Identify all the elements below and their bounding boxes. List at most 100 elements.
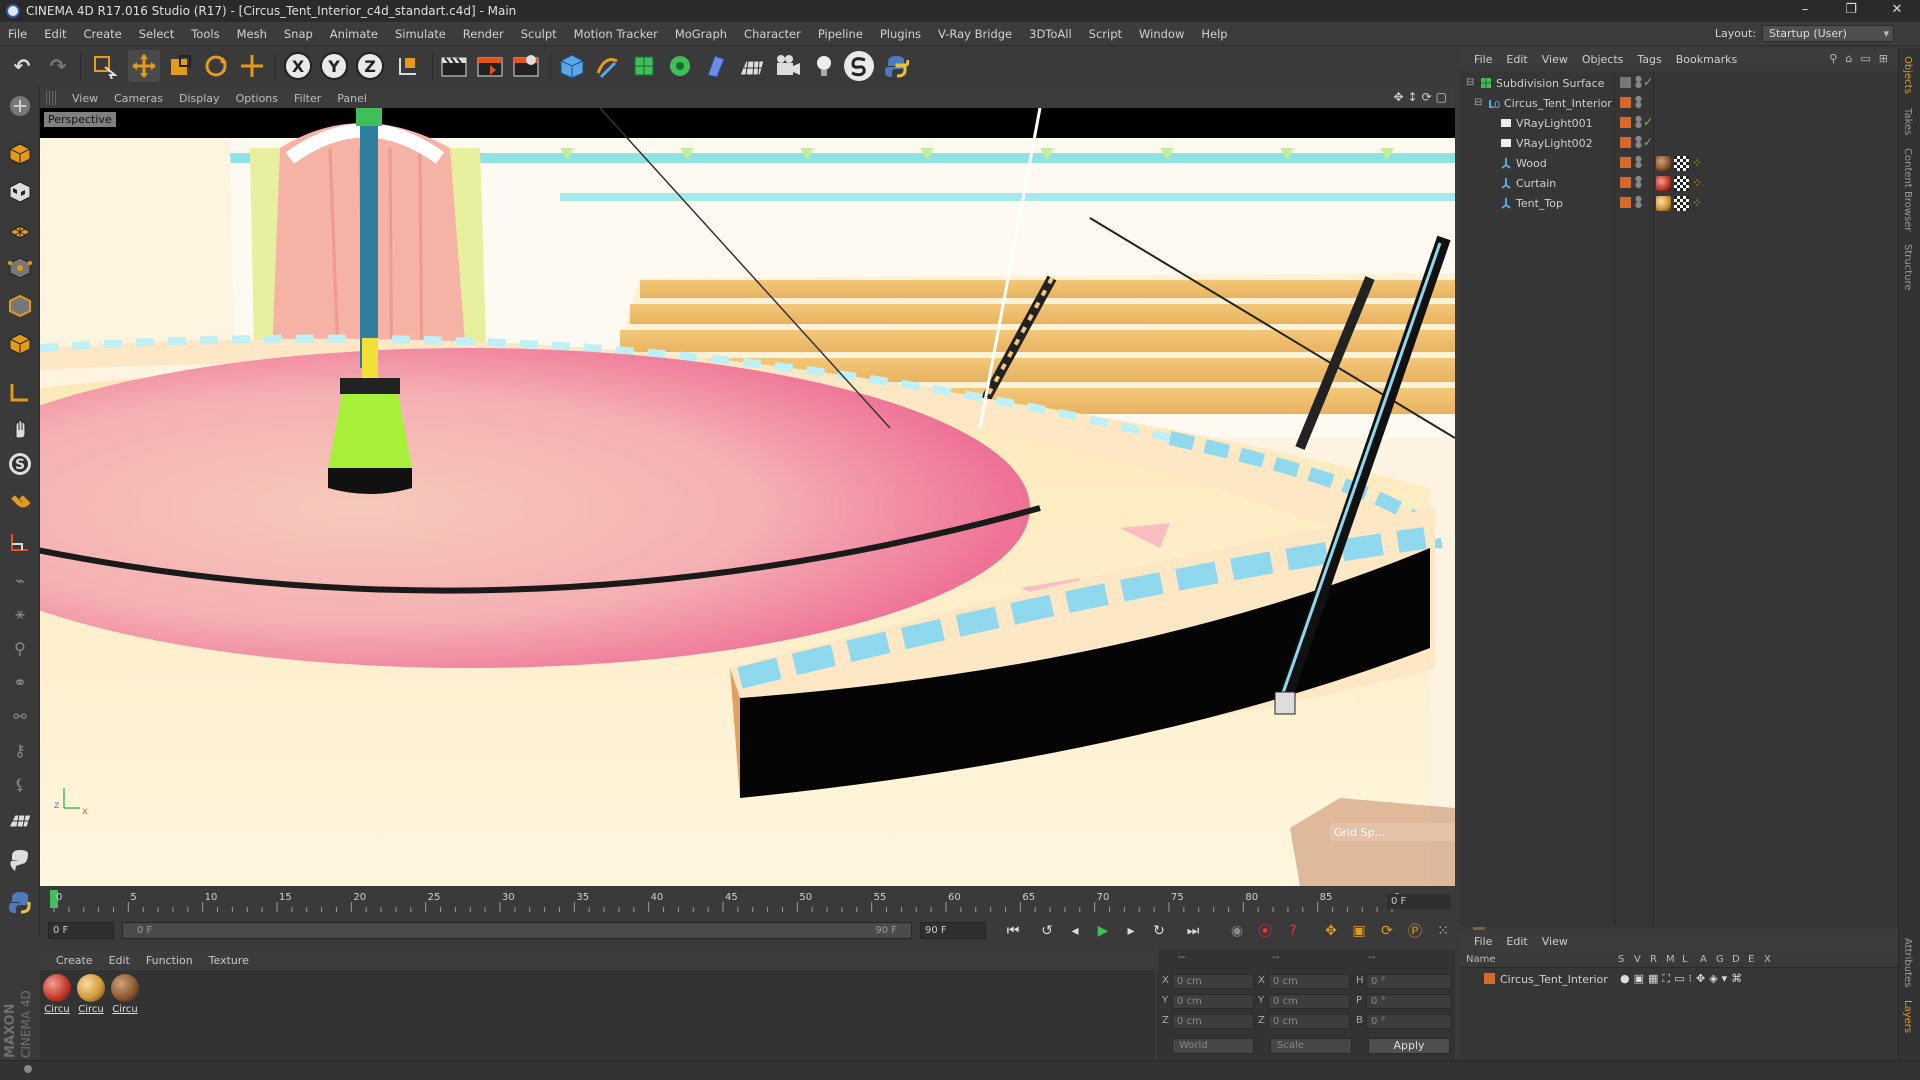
material-tag-icon[interactable]	[1656, 176, 1671, 191]
keyframe-selection-icon[interactable]: ?	[1282, 921, 1304, 941]
grid-snap-icon[interactable]	[4, 806, 36, 838]
render-to-picture-viewer-icon[interactable]	[474, 50, 506, 82]
y-axis-lock-button[interactable]: Y	[320, 52, 348, 80]
redo-icon[interactable]: ↷	[42, 50, 74, 82]
sculpt-inflate-icon[interactable]: ⚸	[4, 768, 36, 800]
size-z-field[interactable]: 0 cm	[1268, 1014, 1350, 1029]
subdivision-surface-icon[interactable]	[628, 50, 660, 82]
x-axis-lock-button[interactable]: X	[284, 52, 312, 80]
layer-chip[interactable]	[1620, 157, 1631, 168]
transform-tool-icon[interactable]	[236, 50, 268, 82]
material-tag-icon[interactable]	[1656, 156, 1671, 171]
undo-icon[interactable]: ↶	[6, 50, 38, 82]
layer-chip[interactable]	[1620, 97, 1631, 108]
play-icon[interactable]: ▶	[1092, 921, 1114, 941]
menu-select[interactable]: Select	[131, 27, 183, 41]
visibility-dots[interactable]: ● ●	[1635, 135, 1642, 150]
sculpt-wax-icon[interactable]: ⚷	[4, 734, 36, 766]
material-menu-function[interactable]: Function	[146, 954, 193, 967]
visibility-dots[interactable]: ● ●	[1635, 175, 1642, 190]
om-menu-bookmarks[interactable]: Bookmarks	[1676, 53, 1737, 66]
viewport-menu-panel[interactable]: Panel	[337, 92, 367, 105]
tab-content-browser[interactable]: Content Browser	[1902, 148, 1913, 231]
visibility-dots[interactable]: ● ●	[1635, 75, 1642, 90]
column-divider[interactable]	[1614, 72, 1615, 927]
tab-layers[interactable]: Layers	[1902, 1000, 1913, 1033]
axis-mode-icon[interactable]	[4, 376, 36, 408]
floor-icon[interactable]	[736, 50, 768, 82]
menu-plugins[interactable]: Plugins	[872, 27, 930, 41]
object-row[interactable]: VRayLight002 ● ● ✓	[1460, 134, 1898, 154]
cube-primitive-icon[interactable]	[556, 50, 588, 82]
uvw-tag-icon[interactable]	[1674, 156, 1689, 171]
tab-takes[interactable]: Takes	[1902, 108, 1913, 135]
make-editable-icon[interactable]	[4, 90, 36, 122]
record-keys-icon[interactable]: ◉	[1226, 921, 1248, 941]
position-x-field[interactable]: 0 cm	[1172, 974, 1254, 989]
sculpt-grab-icon[interactable]: ⚲	[4, 632, 36, 664]
menu-snap[interactable]: Snap	[276, 27, 322, 41]
timeline-ruler[interactable]: 051015202530354045505560657075808590 0 F	[40, 886, 1455, 918]
menu-window[interactable]: Window	[1131, 27, 1193, 41]
menu-motion-tracker[interactable]: Motion Tracker	[566, 27, 667, 41]
layer-chip[interactable]	[1620, 177, 1631, 188]
object-row[interactable]: Curtain ● ● ⁘	[1460, 174, 1898, 194]
points-mode-icon[interactable]	[4, 252, 36, 284]
texture-mode-icon[interactable]	[4, 176, 36, 208]
key-rotation-icon[interactable]: ⟳	[1376, 921, 1398, 941]
om-menu-tags[interactable]: Tags	[1637, 53, 1661, 66]
workplane-mode-icon[interactable]	[4, 214, 36, 246]
layer-col-locked[interactable]: L	[1682, 954, 1688, 965]
go-to-end-icon[interactable]: ⏭	[1182, 921, 1204, 941]
coordinate-space-dropdown[interactable]: World	[1172, 1038, 1254, 1054]
go-to-start-icon[interactable]: ⏮	[1002, 921, 1024, 941]
magnet-snap-icon[interactable]	[4, 486, 36, 518]
object-row[interactable]: ⊟ Subdivision Surface ● ● ✓	[1460, 74, 1898, 94]
model-mode-icon[interactable]	[4, 138, 36, 170]
size-x-field[interactable]: 0 cm	[1268, 974, 1350, 989]
menu-file[interactable]: File	[0, 27, 36, 41]
light-icon[interactable]	[808, 50, 840, 82]
workplane-icon[interactable]	[4, 526, 36, 558]
viewport-move-icon[interactable]: ✥	[1393, 90, 1403, 104]
om-menu-objects[interactable]: Objects	[1582, 53, 1624, 66]
layer-col-render[interactable]: R	[1650, 954, 1657, 965]
rotate-tool-icon[interactable]	[200, 50, 232, 82]
viewport-menu-options[interactable]: Options	[236, 92, 278, 105]
layout-dropdown[interactable]: Startup (User)	[1762, 25, 1894, 42]
frame-range-slider[interactable]: 0 F 90 F	[122, 922, 912, 939]
layer-col-solo[interactable]: S	[1618, 954, 1624, 965]
scale-tool-icon[interactable]	[164, 50, 196, 82]
layer-toggle-icons[interactable]: ●▣▦⛶▭⁝✥◈▾⌘	[1620, 972, 1746, 986]
om-menu-view[interactable]: View	[1542, 53, 1568, 66]
material-item[interactable]: Circu	[110, 974, 140, 1015]
object-row[interactable]: VRayLight001 ● ● ✓	[1460, 114, 1898, 134]
material-menu-edit[interactable]: Edit	[109, 954, 130, 967]
menu-vray-bridge[interactable]: V-Ray Bridge	[930, 27, 1021, 41]
object-row[interactable]: Wood ● ● ⁘	[1460, 154, 1898, 174]
start-frame-field[interactable]: 0 F	[48, 922, 114, 939]
timeline-ticks[interactable]: 051015202530354045505560657075808590	[50, 890, 1400, 914]
uvw-tag-icon[interactable]	[1674, 176, 1689, 191]
menu-tools[interactable]: Tools	[183, 27, 228, 41]
menu-script[interactable]: Script	[1081, 27, 1131, 41]
layer-col-deformers[interactable]: D	[1732, 954, 1740, 965]
tweak-mode-icon[interactable]	[4, 412, 36, 444]
menu-simulate[interactable]: Simulate	[387, 27, 455, 41]
menu-help[interactable]: Help	[1193, 27, 1236, 41]
viewport-menu-display[interactable]: Display	[179, 92, 220, 105]
deformer-icon[interactable]	[700, 50, 732, 82]
menu-create[interactable]: Create	[76, 27, 131, 41]
uvw-tag-icon[interactable]	[1674, 196, 1689, 211]
viewport-menu-cameras[interactable]: Cameras	[114, 92, 163, 105]
vray-icon[interactable]	[844, 51, 874, 81]
coordinate-system-icon[interactable]	[392, 50, 424, 82]
step-forward-icon[interactable]: ▸	[1120, 921, 1142, 941]
layer-chip[interactable]	[1620, 197, 1631, 208]
om-home-icon[interactable]: ⌂	[1845, 52, 1852, 65]
key-parameter-icon[interactable]: Ⓟ	[1404, 921, 1426, 941]
collapse-icon[interactable]: ⊟	[1466, 77, 1474, 88]
layer-col-expressions[interactable]: E	[1748, 954, 1754, 965]
edges-mode-icon[interactable]	[4, 290, 36, 322]
material-item[interactable]: Circu	[76, 974, 106, 1015]
